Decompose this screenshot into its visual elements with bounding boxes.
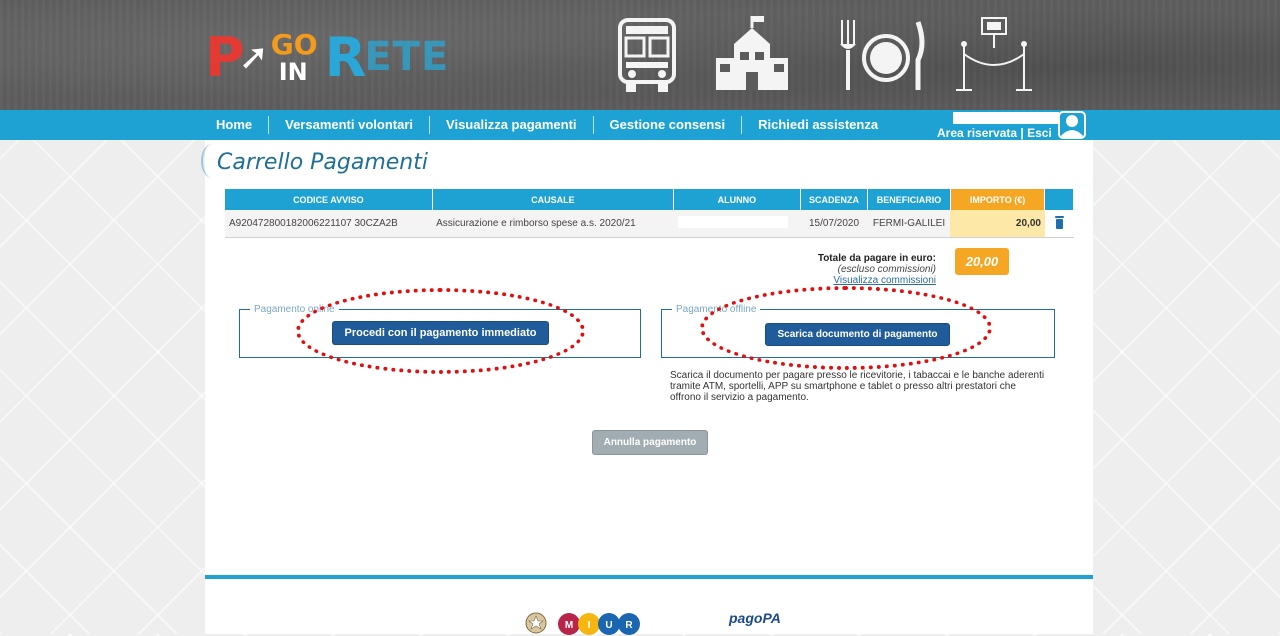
cell-beneficiario: FERMI-GALILEI bbox=[867, 210, 951, 238]
footer-divider bbox=[205, 575, 1093, 579]
trash-icon[interactable] bbox=[1054, 215, 1064, 229]
nav-versamenti-volontari[interactable]: Versamenti volontari bbox=[269, 116, 431, 134]
main-nav: Home Versamenti volontari Visualizza pag… bbox=[0, 110, 1280, 140]
col-causale: CAUSALE bbox=[432, 189, 675, 210]
header-banner: P ➚ GO IN R ETE bbox=[0, 0, 1280, 110]
total-amount: 20,00 bbox=[955, 248, 1009, 275]
table-row: A920472800182006221107 30CZA2B Assicuraz… bbox=[225, 210, 1074, 238]
pagopa-logo: pagoPA bbox=[729, 610, 781, 626]
col-alunno: ALUNNO bbox=[673, 189, 801, 210]
cursor-arrow-icon: ➚ bbox=[238, 36, 269, 77]
user-avatar-icon[interactable] bbox=[1058, 111, 1086, 139]
nav-user-separator: | bbox=[1017, 126, 1028, 140]
logo-letter-r: R bbox=[324, 25, 367, 89]
main-content: Carrello Pagamenti CODICE AVVISO CAUSALE… bbox=[201, 140, 1093, 636]
miur-logo: M I U R bbox=[558, 613, 640, 635]
pago-in-rete-logo[interactable]: P ➚ GO IN R ETE bbox=[205, 22, 449, 92]
nav-gestione-consensi[interactable]: Gestione consensi bbox=[594, 116, 743, 134]
svg-text:I: I bbox=[588, 620, 591, 631]
svg-text:R: R bbox=[625, 620, 633, 631]
annotation-circle-offline bbox=[700, 286, 992, 370]
page-title: Carrello Pagamenti bbox=[217, 150, 428, 175]
svg-text:M: M bbox=[565, 620, 573, 631]
logo-go-in: GO IN bbox=[271, 22, 321, 92]
nav-home[interactable]: Home bbox=[205, 116, 270, 134]
logo-in: IN bbox=[278, 58, 308, 86]
cell-importo: 20,00 bbox=[950, 210, 1045, 238]
col-actions bbox=[1044, 189, 1074, 210]
area-riservata-link[interactable]: Area riservata bbox=[937, 126, 1017, 140]
view-commissions-link[interactable]: Visualizza commissioni bbox=[833, 275, 936, 286]
cell-alunno bbox=[673, 210, 801, 238]
cancel-payment-button[interactable]: Annulla pagamento bbox=[592, 430, 708, 455]
footer-logos: M I U R pagoPA bbox=[205, 610, 1093, 636]
annotation-circle-online bbox=[296, 288, 585, 374]
school-bus-icon bbox=[618, 18, 676, 92]
nav-richiedi-assistenza[interactable]: Richiedi assistenza bbox=[742, 116, 894, 134]
cell-scadenza: 15/07/2020 bbox=[800, 210, 868, 238]
col-scadenza: SCADENZA bbox=[800, 189, 869, 210]
cell-causale: Assicurazione e rimborso spese a.s. 2020… bbox=[432, 210, 674, 238]
col-codice-avviso: CODICE AVVISO bbox=[225, 189, 433, 210]
italian-emblem-icon bbox=[525, 612, 547, 634]
theater-rope-icon bbox=[956, 17, 1032, 91]
school-building-icon bbox=[716, 16, 788, 90]
col-beneficiario: BENEFICIARIO bbox=[867, 189, 951, 210]
cart-table: CODICE AVVISO CAUSALE ALUNNO SCADENZA BE… bbox=[225, 189, 1074, 238]
dining-icon bbox=[840, 20, 925, 90]
cell-actions bbox=[1044, 210, 1074, 238]
alunno-redacted bbox=[677, 216, 788, 228]
logo-go: GO bbox=[270, 28, 318, 61]
logout-link[interactable]: Esci bbox=[1027, 126, 1052, 140]
nav-visualizza-pagamenti[interactable]: Visualizza pagamenti bbox=[430, 116, 594, 134]
col-importo: IMPORTO (€) bbox=[950, 189, 1046, 210]
username-redacted bbox=[953, 112, 1059, 124]
cell-codice-avviso: A920472800182006221107 30CZA2B bbox=[225, 210, 433, 238]
svg-text:U: U bbox=[605, 620, 612, 631]
cart-table-header: CODICE AVVISO CAUSALE ALUNNO SCADENZA BE… bbox=[225, 189, 1074, 210]
total-note: (escluso commissioni) bbox=[837, 264, 936, 275]
total-block: Totale da pagare in euro: (escluso commi… bbox=[816, 253, 936, 286]
logo-ete: ETE bbox=[364, 34, 450, 80]
offline-description: Scarica il documento per pagare presso l… bbox=[670, 370, 1045, 403]
total-label: Totale da pagare in euro: bbox=[817, 253, 936, 264]
